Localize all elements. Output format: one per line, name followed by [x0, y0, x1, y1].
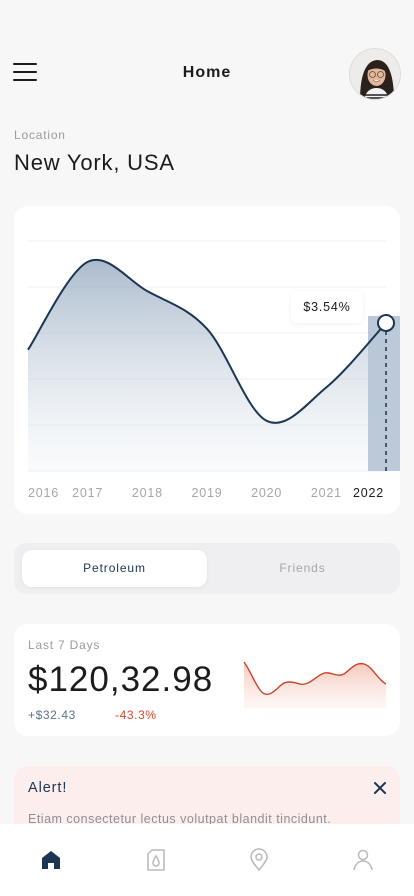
segmented-control: Petroleum Friends	[14, 543, 400, 594]
profile-icon[interactable]	[351, 848, 375, 872]
x-tick-label: 2016	[28, 486, 59, 500]
x-tick-label: 2022	[353, 486, 384, 500]
avatar[interactable]	[349, 48, 401, 100]
stats-percent: -43.3%	[115, 708, 157, 722]
stats-value: $120,32.98	[28, 660, 214, 699]
location-pin-icon[interactable]	[247, 848, 271, 872]
tab-petroleum[interactable]: Petroleum	[22, 550, 207, 587]
stats-label: Last 7 Days	[28, 638, 101, 652]
stats-change: +$32.43	[28, 708, 76, 722]
x-tick-label: 2021	[311, 486, 342, 500]
home-icon[interactable]	[39, 848, 63, 872]
area-chart: 2016 2017 2018 2019 2020 2021 2022	[27, 240, 400, 500]
location-value: New York, USA	[14, 150, 175, 175]
fuel-drop-icon[interactable]	[144, 848, 168, 872]
data-point-marker[interactable]	[377, 313, 395, 332]
x-tick-label: 2019	[191, 486, 222, 500]
chart-tooltip: $3.54%	[291, 291, 363, 323]
tab-friends[interactable]: Friends	[210, 550, 395, 587]
alert-title: Alert!	[28, 780, 68, 796]
price-chart-card: 2016 2017 2018 2019 2020 2021 2022 $3.54%	[14, 206, 400, 514]
bottom-nav	[0, 824, 414, 896]
close-icon[interactable]	[372, 780, 388, 796]
x-tick-label: 2020	[251, 486, 282, 500]
x-tick-label: 2018	[132, 486, 163, 500]
location-label: Location	[14, 128, 66, 142]
stats-card: Last 7 Days $120,32.98 +$32.43 -43.3%	[14, 624, 400, 736]
x-tick-label: 2017	[72, 486, 103, 500]
sparkline	[243, 661, 387, 708]
header: Home	[0, 0, 414, 120]
